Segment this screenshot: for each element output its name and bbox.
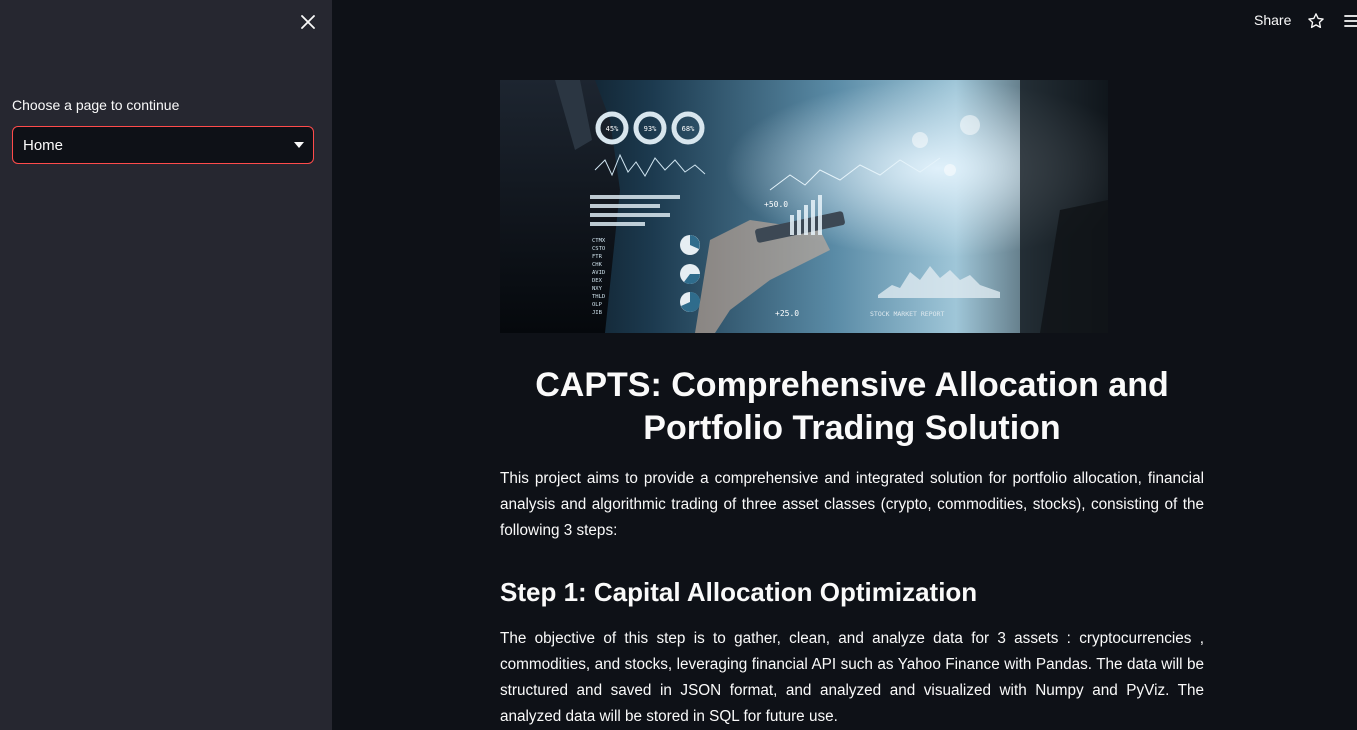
ticker-8: OLP [592,302,603,308]
close-sidebar-button[interactable] [297,11,319,33]
ticker-6: NXY [592,286,603,292]
step1-heading: Step 1: Capital Allocation Optimization [500,577,978,607]
hero-lower-value: +25.0 [775,309,799,318]
share-button[interactable]: Share [1254,12,1291,28]
ticker-7: THLD [592,294,605,300]
hero-image: 45% 93% 68% CTMX CSTO FTR CHK AVID DEX N… [500,80,1108,333]
star-icon[interactable] [1307,12,1325,30]
page-select-value: Home [23,136,64,154]
gauge-2-label: 93% [644,125,657,133]
gauge-1-label: 45% [606,125,619,133]
hamburger-menu-icon[interactable] [1344,13,1357,29]
chevron-down-icon [285,142,313,148]
ticker-4: AVID [592,270,605,276]
ticker-5: DEX [592,278,603,284]
step1-paragraph: The objective of this step is to gather,… [500,630,1204,725]
hero-upper-value: +50.0 [764,200,788,209]
intro-paragraph: This project aims to provide a comprehen… [500,470,1204,539]
ticker-3: CHK [592,262,603,268]
sidebar: Choose a page to continue Home [0,0,332,730]
ticker-2: FTR [592,254,603,260]
ticker-1: CSTO [592,246,605,252]
close-icon [301,15,315,29]
page-title: CAPTS: Comprehensive Allocation and Port… [535,366,1169,447]
gauge-3-label: 68% [682,125,695,133]
page-select[interactable]: Home [12,126,314,164]
stock-report-label: STOCK MARKET REPORT [870,310,944,318]
page-select-label: Choose a page to continue [12,97,180,113]
ticker-0: CTMX [592,238,606,244]
ticker-9: JIB [592,310,603,316]
